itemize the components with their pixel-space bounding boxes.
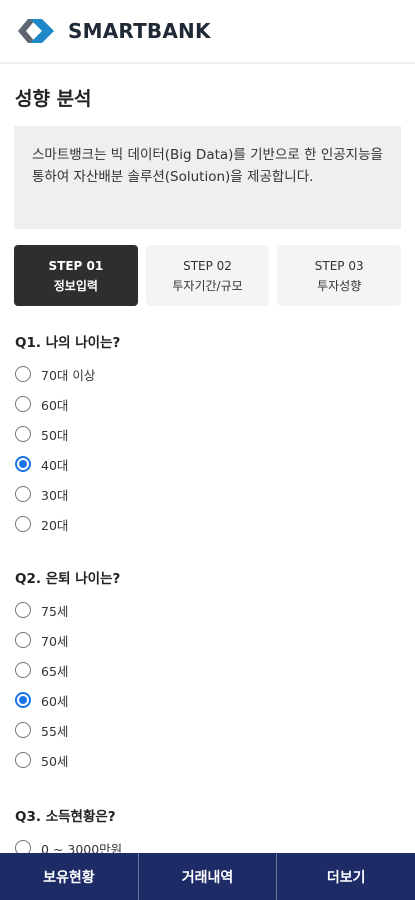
option-label: 50대 [41, 427, 69, 443]
radio-button-selected[interactable] [15, 456, 31, 472]
radio-option[interactable]: 70세 [15, 630, 68, 650]
radio-option[interactable]: 60대 [15, 394, 68, 414]
option-label: 65세 [41, 663, 69, 679]
option-label: 50세 [41, 753, 69, 769]
radio-option[interactable]: 65세 [15, 660, 68, 680]
tab-step-01[interactable]: STEP 01 정보입력 [14, 245, 138, 306]
tab-step-02[interactable]: STEP 02 투자기간/규모 [145, 245, 270, 306]
nav-more[interactable]: 더보기 [276, 853, 415, 900]
radio-option[interactable]: 50대 [15, 424, 68, 444]
step-label: 정보입력 [53, 278, 98, 293]
nav-holdings[interactable]: 보유현황 [0, 853, 138, 900]
option-label: 55세 [41, 723, 69, 739]
brand-logo[interactable]: SMARTBANK [16, 16, 211, 46]
app-header: SMARTBANK [0, 0, 415, 64]
radio-option[interactable]: 20대 [15, 514, 68, 534]
question-age: Q1. 나의 나이는? [15, 335, 121, 351]
step-label: 투자성향 [317, 278, 362, 293]
step-tabs: STEP 01 정보입력 STEP 02 투자기간/규모 STEP 03 투자성… [14, 245, 402, 306]
intro-text: 스마트뱅크는 빅 데이터(Big Data)를 기반으로 한 인공지능을 통하여… [32, 147, 383, 185]
bottom-nav: 보유현황 거래내역 더보기 [0, 853, 415, 900]
step-number: STEP 02 [183, 258, 232, 273]
radio-button-selected[interactable] [15, 692, 31, 708]
step-number: STEP 01 [48, 258, 104, 273]
radio-option[interactable]: 70대 이상 [15, 364, 95, 384]
option-label: 75세 [41, 603, 69, 619]
tab-step-03[interactable]: STEP 03 투자성향 [277, 245, 402, 306]
option-label: 70세 [41, 633, 69, 649]
option-label: 40대 [41, 457, 69, 473]
step-label: 투자기간/규모 [172, 278, 243, 293]
step-number: STEP 03 [314, 258, 364, 273]
option-label: 70대 이상 [41, 367, 96, 383]
intro-box: 스마트뱅크는 빅 데이터(Big Data)를 기반으로 한 인공지능을 통하여… [14, 126, 401, 229]
radio-option[interactable]: 75세 [15, 600, 68, 620]
radio-option[interactable]: 60세 [15, 690, 68, 710]
radio-button[interactable] [15, 752, 31, 768]
radio-button[interactable] [15, 396, 31, 412]
radio-option[interactable]: 50세 [15, 750, 68, 770]
radio-button[interactable] [15, 486, 31, 502]
option-label: 20대 [41, 517, 69, 533]
radio-button[interactable] [15, 662, 31, 678]
radio-button[interactable] [15, 366, 31, 382]
option-label: 60대 [41, 397, 69, 413]
brand-name: SMARTBANK [68, 19, 211, 43]
question-income: Q3. 소득현황은? [15, 809, 116, 825]
radio-button[interactable] [15, 632, 31, 648]
radio-option[interactable]: 40대 [15, 454, 68, 474]
radio-option[interactable]: 55세 [15, 720, 68, 740]
radio-option[interactable]: 30대 [15, 484, 68, 504]
radio-button[interactable] [15, 722, 31, 738]
nav-transactions[interactable]: 거래내역 [137, 853, 277, 900]
radio-button[interactable] [15, 426, 31, 442]
chevron-logo-icon [16, 16, 60, 46]
radio-button[interactable] [15, 516, 31, 532]
question-retirement-age: Q2. 은퇴 나이는? [15, 571, 121, 587]
radio-button[interactable] [15, 602, 31, 618]
option-label: 30대 [41, 487, 69, 503]
option-label: 60세 [41, 693, 69, 709]
page-title: 성향 분석 [15, 88, 92, 110]
